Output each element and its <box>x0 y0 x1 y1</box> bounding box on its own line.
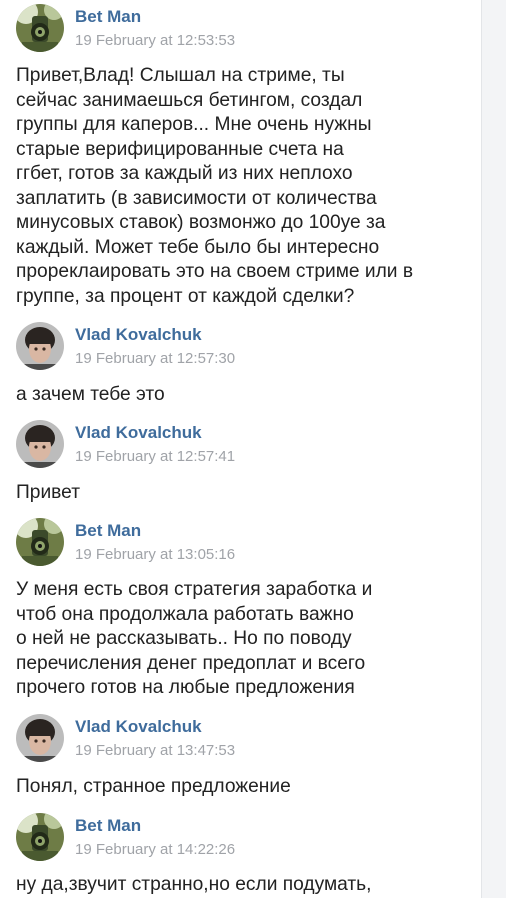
message-timestamp: 19 February at 13:05:16 <box>75 546 236 563</box>
author-name[interactable]: Bet Man <box>75 521 141 541</box>
betman-avatar[interactable] <box>16 518 64 566</box>
message-text: Привет,Влад! Слышал на стриме, ты сейчас… <box>16 65 414 307</box>
author-name[interactable]: Vlad Kovalchuk <box>75 325 202 345</box>
message-timestamp: 19 February at 12:53:53 <box>75 32 236 49</box>
author-name[interactable]: Vlad Kovalchuk <box>75 717 202 737</box>
vlad-avatar[interactable] <box>16 714 64 762</box>
vlad-avatar[interactable] <box>16 322 64 370</box>
author-name[interactable]: Bet Man <box>75 816 141 836</box>
message-thread[interactable]: Bet Man 19 February at 12:53:53 Привет,В… <box>0 0 482 898</box>
message-text: Привет <box>16 482 80 503</box>
message-text: а зачем тебе это <box>16 384 165 405</box>
vlad-avatar[interactable] <box>16 420 64 468</box>
message-timestamp: 19 February at 12:57:41 <box>75 448 236 465</box>
message-text: У меня есть своя стратегия заработка и ч… <box>16 579 373 698</box>
author-name[interactable]: Bet Man <box>75 7 141 27</box>
message-timestamp: 19 February at 12:57:30 <box>75 350 236 367</box>
betman-avatar[interactable] <box>16 4 64 52</box>
message-text: Понял, странное предложение <box>16 776 291 797</box>
message-timestamp: 19 February at 14:22:26 <box>75 841 236 858</box>
message-timestamp: 19 February at 13:47:53 <box>75 742 236 759</box>
message-text: ну да,звучит странно,но если подумать, <box>16 874 372 895</box>
author-name[interactable]: Vlad Kovalchuk <box>75 423 202 443</box>
betman-avatar[interactable] <box>16 813 64 861</box>
scrollbar-track[interactable] <box>481 0 506 898</box>
